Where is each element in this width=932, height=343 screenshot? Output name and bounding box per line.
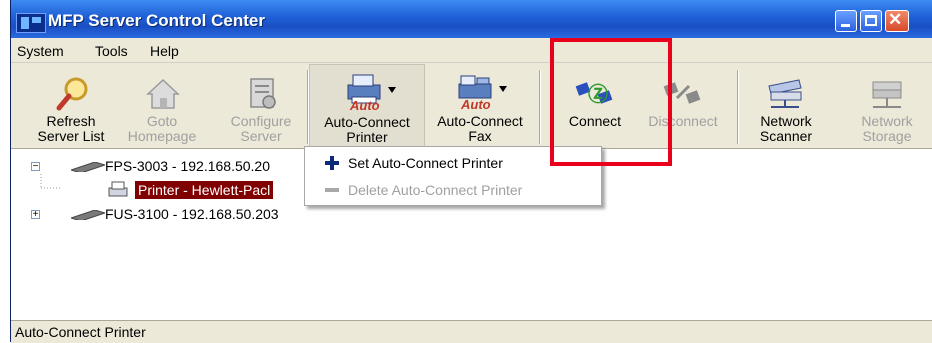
- menu-bar: System Tools Help: [11, 38, 932, 63]
- printer-icon: [108, 181, 128, 197]
- configure-icon: [250, 78, 276, 109]
- minus-icon: [325, 188, 339, 192]
- storage-label-line2: Storage: [862, 128, 912, 144]
- title-bar[interactable]: MFP Server Control Center ✕: [11, 0, 932, 38]
- configure-label-line2: Server: [240, 128, 282, 144]
- auto-printer-label-line1: Auto-Connect: [324, 114, 410, 130]
- menu-item-delete-auto-connect-printer[interactable]: Delete Auto-Connect Printer: [305, 177, 601, 203]
- tree-node-label-selected: Printer - Hewlett-Pacl: [135, 181, 274, 199]
- maximize-button[interactable]: [860, 10, 882, 32]
- configure-label-line1: Configure: [230, 113, 292, 129]
- menu-help[interactable]: Help: [150, 43, 179, 59]
- minimize-icon: [841, 24, 850, 27]
- close-button[interactable]: ✕: [885, 10, 909, 32]
- auto-fax-label-line1: Auto-Connect: [437, 113, 523, 129]
- close-icon: ✕: [888, 10, 903, 29]
- toolbar-separator: [737, 70, 739, 144]
- network-storage-button[interactable]: Network Storage: [851, 64, 923, 148]
- network-storage-icon: [872, 81, 902, 108]
- toolbar-separator: [539, 70, 541, 144]
- refresh-label-line1: Refresh: [46, 113, 96, 129]
- auto-connect-printer-button[interactable]: Auto Auto-Connect Printer: [309, 64, 425, 148]
- maximize-icon: [865, 15, 877, 26]
- magnifier-icon: [56, 77, 88, 111]
- goto-label-line1: Goto: [146, 113, 178, 129]
- tree-node-label: FUS-3100 - 192.168.50.203: [105, 206, 279, 222]
- status-text: Auto-Connect Printer: [15, 324, 146, 340]
- server-icon: [71, 210, 105, 220]
- auto-connect-fax-button[interactable]: Auto Auto-Connect Fax: [425, 64, 535, 148]
- refresh-label-line2: Server List: [37, 128, 105, 144]
- network-scanner-button[interactable]: Network Scanner: [751, 64, 821, 148]
- status-bar: Auto-Connect Printer: [11, 320, 932, 343]
- network-scanner-icon: [768, 79, 802, 108]
- scanner-label-line1: Network: [760, 113, 812, 129]
- goto-homepage-button[interactable]: Goto Homepage: [119, 64, 205, 148]
- server-icon: [71, 162, 105, 172]
- home-icon: [146, 78, 180, 109]
- storage-label-line1: Network: [861, 113, 913, 129]
- annotation-highlight-box: [550, 38, 672, 166]
- window-title: MFP Server Control Center: [48, 11, 265, 30]
- tree-node-label: FPS-3003 - 192.168.50.20: [105, 158, 271, 174]
- configure-server-button[interactable]: Configure Server: [221, 64, 301, 148]
- auto-badge-text: Auto: [460, 97, 491, 112]
- plus-icon: [325, 156, 339, 170]
- app-logo-icon: [16, 13, 46, 33]
- toolbar: Refresh Server List Goto Homepage Config…: [11, 64, 932, 148]
- auto-printer-label-line2: Printer: [346, 129, 388, 145]
- auto-fax-label-line2: Fax: [468, 128, 492, 144]
- goto-label-line2: Homepage: [127, 128, 197, 144]
- menu-item-label: Delete Auto-Connect Printer: [348, 182, 523, 198]
- auto-connect-fax-icon: Auto: [458, 75, 507, 112]
- auto-badge-text: Auto: [349, 98, 380, 113]
- scanner-label-line2: Scanner: [759, 128, 813, 144]
- menu-tools[interactable]: Tools: [95, 43, 128, 59]
- expand-icon[interactable]: +: [31, 210, 40, 220]
- minimize-button[interactable]: [835, 10, 857, 32]
- refresh-server-list-button[interactable]: Refresh Server List: [11, 64, 131, 148]
- collapse-icon[interactable]: −: [31, 162, 40, 172]
- menu-system[interactable]: System: [17, 43, 64, 59]
- menu-item-label: Set Auto-Connect Printer: [348, 155, 503, 171]
- app-window: MFP Server Control Center ✕ System Tools…: [10, 0, 932, 343]
- auto-connect-printer-icon: Auto: [347, 74, 396, 113]
